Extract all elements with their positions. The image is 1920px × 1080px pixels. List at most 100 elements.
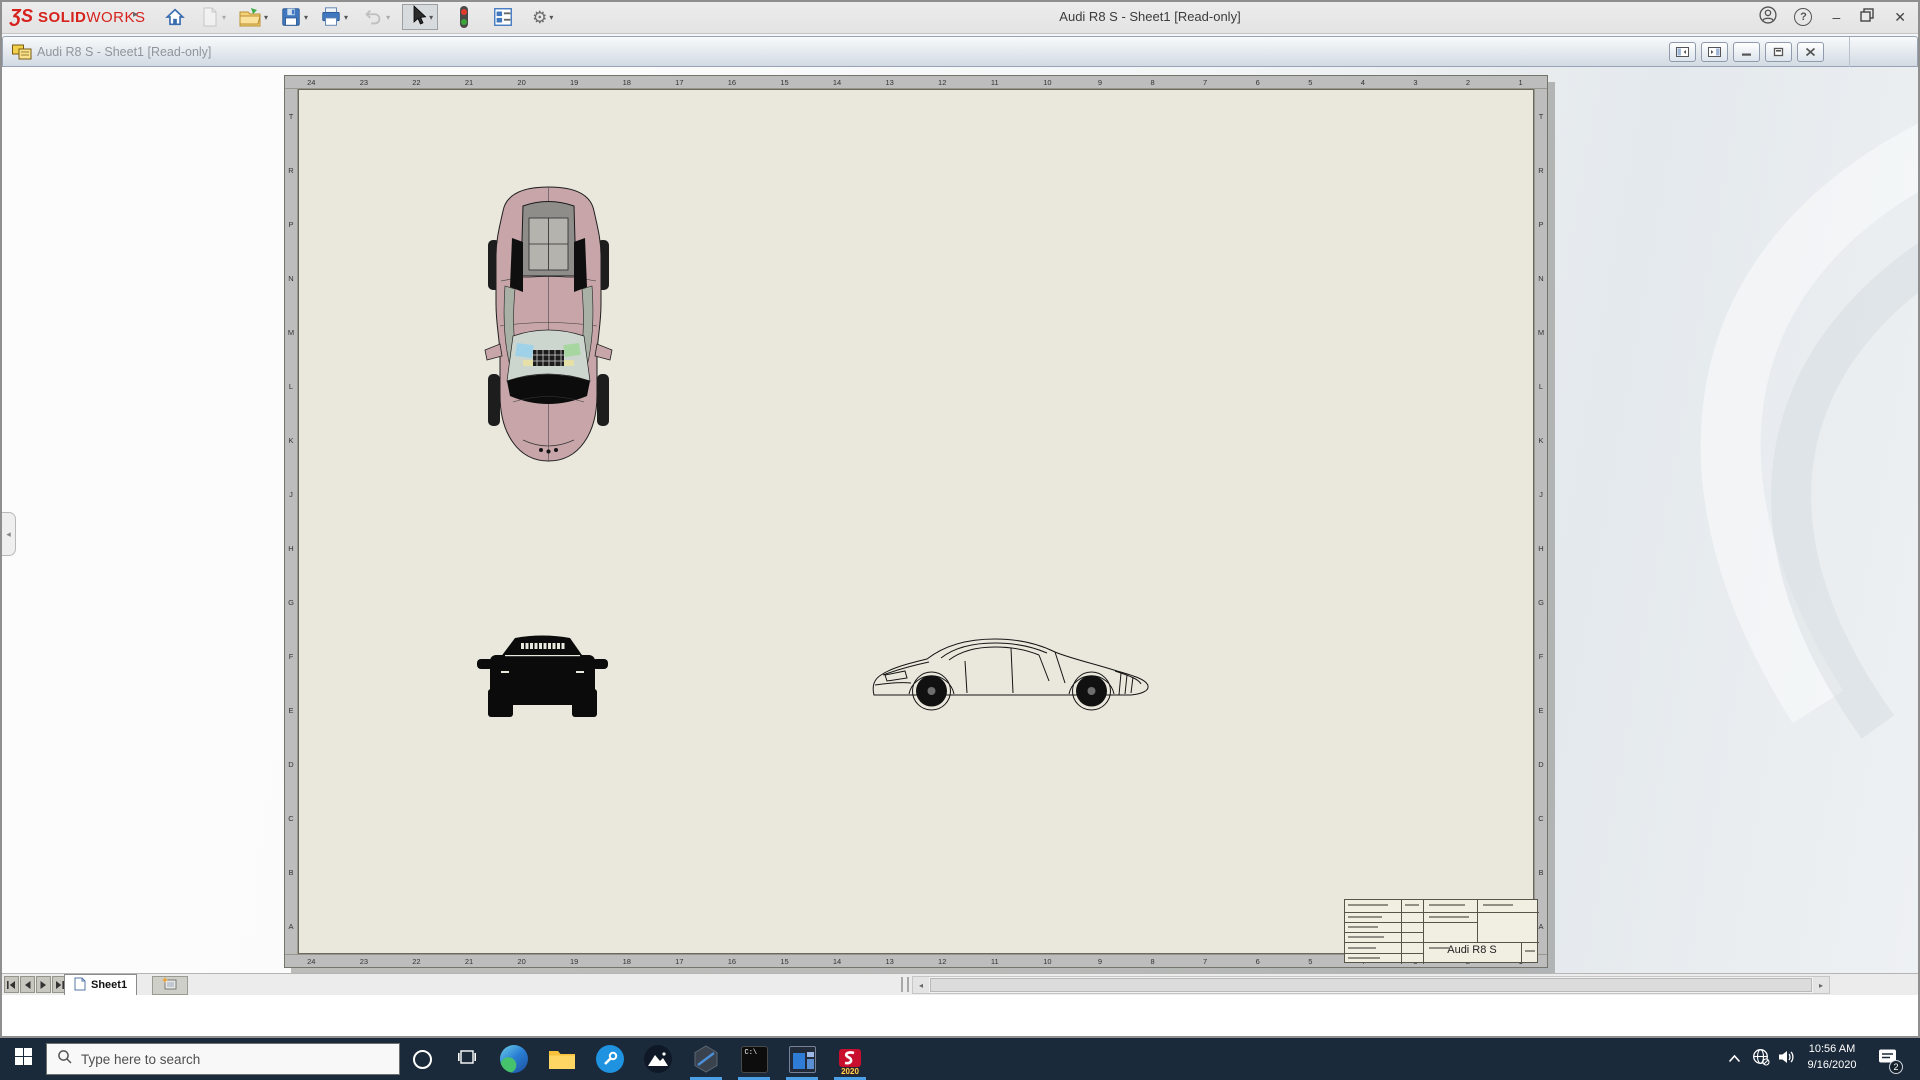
- first-sheet-button[interactable]: [4, 976, 19, 993]
- zone-label: 10: [1043, 78, 1052, 87]
- background-swirl: [1518, 67, 1918, 973]
- options-button[interactable]: ⚙ ▾: [530, 4, 555, 30]
- zone-label: K: [1538, 435, 1544, 445]
- dropdown-caret-icon[interactable]: ▾: [222, 13, 226, 22]
- next-sheet-button[interactable]: [36, 976, 51, 993]
- zone-label: E: [288, 706, 294, 716]
- home-button[interactable]: [162, 4, 188, 30]
- zone-label: F: [1538, 652, 1544, 662]
- zone-label: 12: [938, 957, 947, 966]
- cortana-button[interactable]: [400, 1038, 444, 1080]
- scroll-right-button[interactable]: ▸: [1813, 977, 1829, 993]
- taskbar-3dexperience-icon[interactable]: [682, 1038, 730, 1080]
- taskbar-file-explorer-icon[interactable]: [538, 1038, 586, 1080]
- ds-mark-icon: ƷS: [10, 6, 34, 26]
- tray-network-button[interactable]: [1752, 1038, 1776, 1080]
- document-minimize-button[interactable]: [1733, 42, 1760, 62]
- zone-label: J: [289, 489, 293, 499]
- dropdown-caret-icon[interactable]: ▾: [549, 13, 553, 22]
- drawing-view-top[interactable]: [483, 184, 614, 469]
- taskbar-clock[interactable]: 10:56 AM 9/16/2020: [1800, 1042, 1864, 1074]
- task-view-button[interactable]: [446, 1038, 488, 1080]
- print-button[interactable]: ▾: [318, 4, 350, 30]
- title-block-model-name: Audi R8 S: [1447, 944, 1497, 956]
- open-button[interactable]: ▾: [236, 4, 270, 30]
- restore-button[interactable]: [1860, 7, 1874, 27]
- drawing-view-side[interactable]: [869, 633, 1154, 720]
- collapse-right-pane-button[interactable]: [1701, 42, 1728, 62]
- account-icon[interactable]: [1758, 5, 1778, 30]
- dropdown-caret-icon[interactable]: ▾: [386, 13, 390, 22]
- drawing-sheet[interactable]: 24 23 22 21 20 19 18 17 16 15 14 13 12 11 10 9 8 7 6 5 4 3 2 1 …: [284, 75, 1548, 968]
- dropdown-caret-icon[interactable]: ▾: [429, 13, 433, 22]
- featuremanager-collapse-tab[interactable]: ◂: [2, 512, 16, 556]
- menu-flyout-icon[interactable]: ▸: [133, 9, 138, 20]
- graphics-viewport[interactable]: ◂ 24 23 22 21 20 19 18 17 16 15 14 13 12 11 10 9 8 7 6 5 4 3 2…: [2, 67, 1918, 973]
- scroll-left-button[interactable]: ◂: [913, 977, 929, 993]
- taskbar-photos-icon[interactable]: [634, 1038, 682, 1080]
- zone-label: 24: [307, 78, 316, 87]
- task-view-icon: [458, 1049, 476, 1070]
- zone-label: D: [1538, 760, 1544, 770]
- zone-label: 22: [412, 78, 421, 87]
- design-checker-button[interactable]: [490, 4, 516, 30]
- collapse-left-pane-button[interactable]: [1669, 42, 1696, 62]
- cortana-icon: [412, 1049, 432, 1069]
- zone-label: J: [1539, 489, 1543, 499]
- document-window-controls: [1669, 42, 1824, 62]
- app-title-bar: ƷS SOLID WORKS ▸ ▾ ▾ ▾ ▾ ▾ ▾ ⚙ ▾ Audi R8…: [0, 0, 1920, 34]
- new-document-button[interactable]: ▾: [198, 4, 228, 30]
- dropdown-caret-icon[interactable]: ▾: [304, 13, 308, 22]
- gear-icon: ⚙: [532, 7, 548, 27]
- zone-label: 19: [570, 957, 579, 966]
- zone-label: 21: [464, 957, 474, 966]
- design-table-icon: [492, 6, 514, 28]
- add-sheet-button[interactable]: [152, 976, 188, 995]
- performance-evaluation-button[interactable]: [454, 4, 474, 30]
- undo-button[interactable]: ▾: [360, 4, 392, 30]
- help-icon[interactable]: ?: [1794, 8, 1813, 26]
- add-sheet-icon: [162, 977, 178, 995]
- notification-badge: 2: [1889, 1060, 1903, 1074]
- task-pane-edge: [1849, 37, 1850, 67]
- start-button[interactable]: [0, 1038, 46, 1080]
- drawing-view-front[interactable]: [477, 631, 608, 724]
- scrollbar-thumb[interactable]: [930, 978, 1812, 992]
- document-restore-button[interactable]: [1765, 42, 1792, 62]
- dropdown-caret-icon[interactable]: ▾: [264, 13, 268, 22]
- document-title: Audi R8 S - Sheet1 [Read-only]: [37, 45, 212, 59]
- zone-label: 8: [1150, 957, 1155, 966]
- taskbar-tools-icon[interactable]: [586, 1038, 634, 1080]
- tray-volume-button[interactable]: [1778, 1038, 1802, 1080]
- action-center-button[interactable]: 2: [1868, 1038, 1908, 1080]
- app-title: Audi R8 S - Sheet1 [Read-only]: [1059, 9, 1241, 24]
- traffic-light-icon: [456, 5, 472, 29]
- pane-splitter-handle[interactable]: [901, 977, 909, 992]
- solidworks-year-label: 2020: [841, 1067, 859, 1076]
- select-tool-button[interactable]: ▾: [402, 4, 439, 31]
- save-button[interactable]: ▾: [278, 4, 310, 30]
- screen: ƷS SOLID WORKS ▸ ▾ ▾ ▾ ▾ ▾ ▾ ⚙ ▾ Audi R8…: [0, 0, 1920, 1080]
- tab-sheet1[interactable]: Sheet1: [64, 974, 138, 995]
- dropdown-caret-icon[interactable]: ▾: [344, 13, 348, 22]
- zone-label: 2: [1465, 78, 1471, 87]
- taskbar-edge-icon[interactable]: [490, 1038, 538, 1080]
- search-input[interactable]: [81, 1051, 351, 1067]
- minimize-button[interactable]: –: [1828, 9, 1844, 25]
- taskbar-search-box[interactable]: [46, 1043, 400, 1075]
- zone-label: R: [288, 165, 294, 175]
- close-button[interactable]: ✕: [1890, 9, 1910, 26]
- select-cursor-icon: [407, 4, 427, 31]
- sheet-page-icon: [74, 977, 86, 994]
- zone-label: 19: [570, 78, 579, 87]
- drawing-document-icon: [12, 44, 32, 65]
- taskbar-media-app-icon[interactable]: [778, 1038, 826, 1080]
- zone-label: 10: [1043, 957, 1052, 966]
- zone-label: 24: [307, 957, 316, 966]
- document-close-button[interactable]: [1797, 42, 1824, 62]
- tray-chevron-button[interactable]: [1728, 1038, 1750, 1080]
- previous-sheet-button[interactable]: [20, 976, 35, 993]
- taskbar-command-prompt-icon[interactable]: C:\: [730, 1038, 778, 1080]
- home-icon: [164, 6, 186, 28]
- taskbar-solidworks-icon[interactable]: 2020: [826, 1038, 874, 1080]
